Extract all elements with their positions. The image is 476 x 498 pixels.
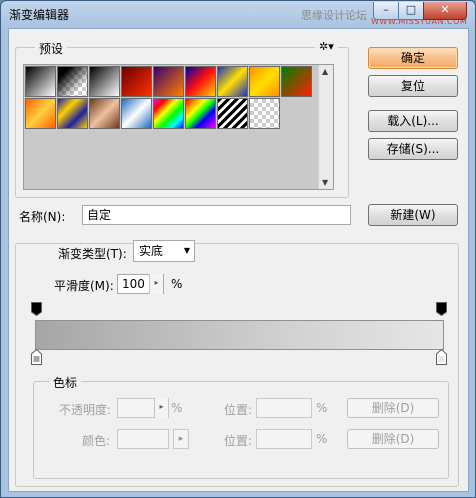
color-stops-label: 色标 — [49, 374, 82, 391]
preset-swatch[interactable] — [57, 98, 88, 129]
color-picker-arrow-icon[interactable]: ▸ — [173, 429, 189, 449]
color-swatch-input[interactable] — [117, 429, 169, 449]
color-stop-left[interactable] — [31, 349, 42, 365]
title-bar[interactable]: 渐变编辑器 思缘设计论坛 WWW.MISSYUAN.COM – □ ✕ — [1, 1, 475, 27]
preset-swatch[interactable] — [57, 66, 88, 97]
preset-swatch[interactable] — [185, 98, 216, 129]
minimize-icon: – — [383, 3, 389, 16]
opacity-delete-button[interactable]: 删除(D) — [347, 398, 439, 418]
maximize-icon: □ — [405, 3, 417, 16]
color-stop-right[interactable] — [436, 349, 447, 365]
preset-swatch[interactable] — [217, 98, 248, 129]
preset-swatch[interactable] — [121, 66, 152, 97]
scroll-down-icon[interactable]: ▼ — [322, 178, 328, 187]
dialog-client: 预设 ✲▾ ▲ ▼ 确定 复位 载入(L)... 存储(S)... 名称(N):… — [8, 28, 469, 492]
preset-swatch[interactable] — [281, 66, 312, 97]
gradient-editor-window: 渐变编辑器 思缘设计论坛 WWW.MISSYUAN.COM – □ ✕ 预设 ✲… — [0, 0, 476, 498]
smoothness-spin-icon[interactable]: ▸ — [149, 274, 163, 294]
window-title: 渐变编辑器 — [9, 8, 70, 22]
gradient-type-label: 渐变类型(T): — [54, 245, 131, 262]
chevron-down-icon: ▼ — [183, 246, 190, 255]
opacity-unit: % — [171, 401, 183, 415]
preset-swatch[interactable] — [121, 98, 152, 129]
gradient-type-value: 实底 — [139, 244, 164, 258]
close-button[interactable]: ✕ — [423, 2, 467, 20]
smoothness-input[interactable]: 100 ▸ — [117, 274, 164, 294]
opacity-position-unit: % — [316, 401, 328, 415]
preset-swatch[interactable] — [249, 98, 280, 129]
new-button[interactable]: 新建(W) — [368, 204, 458, 226]
preset-swatch[interactable] — [89, 66, 120, 97]
preset-swatch[interactable] — [217, 66, 248, 97]
opacity-position-label: 位置: — [224, 403, 253, 417]
preset-swatch[interactable] — [153, 98, 184, 129]
opacity-position-input[interactable] — [256, 398, 312, 418]
swatch-scrollbar[interactable]: ▲ ▼ — [318, 65, 333, 189]
opacity-stop-left[interactable] — [31, 302, 42, 316]
load-button[interactable]: 载入(L)... — [368, 110, 458, 132]
preset-swatch[interactable] — [25, 98, 56, 129]
color-position-unit: % — [316, 432, 328, 446]
gradient-type-select[interactable]: 实底 ▼ — [133, 240, 195, 262]
opacity-input[interactable]: ▸ — [117, 398, 169, 418]
opacity-label: 不透明度: — [59, 403, 112, 417]
presets-gear-icon[interactable]: ✲▾ — [315, 40, 338, 53]
smoothness-label: 平滑度(M): — [54, 279, 114, 293]
reset-button[interactable]: 复位 — [368, 75, 458, 97]
smoothness-value: 100 — [122, 277, 145, 291]
preset-swatch[interactable] — [185, 66, 216, 97]
preset-swatch[interactable] — [25, 66, 56, 97]
color-position-input[interactable] — [256, 429, 312, 449]
color-delete-button[interactable]: 删除(D) — [347, 429, 439, 449]
color-label: 颜色: — [82, 434, 111, 448]
gradient-preview-bar[interactable] — [35, 320, 444, 350]
minimize-button[interactable]: – — [373, 2, 399, 20]
color-position-label: 位置: — [224, 434, 253, 448]
preset-swatch[interactable] — [249, 66, 280, 97]
presets-label: 预设 — [35, 40, 68, 57]
close-icon: ✕ — [440, 3, 450, 16]
opacity-spin-icon[interactable]: ▸ — [154, 398, 168, 418]
preset-swatch[interactable] — [153, 66, 184, 97]
ok-button[interactable]: 确定 — [368, 47, 458, 69]
name-input[interactable]: 自定 — [82, 205, 351, 225]
save-button[interactable]: 存储(S)... — [368, 138, 458, 160]
preset-swatch-panel: ▲ ▼ — [23, 64, 334, 190]
maximize-button[interactable]: □ — [398, 2, 424, 20]
watermark-text: 思缘设计论坛 — [301, 9, 367, 22]
smoothness-unit: % — [171, 277, 183, 291]
name-label: 名称(N): — [19, 210, 66, 224]
preset-swatch[interactable] — [89, 98, 120, 129]
opacity-stop-right[interactable] — [436, 302, 447, 316]
scroll-up-icon[interactable]: ▲ — [322, 67, 328, 76]
